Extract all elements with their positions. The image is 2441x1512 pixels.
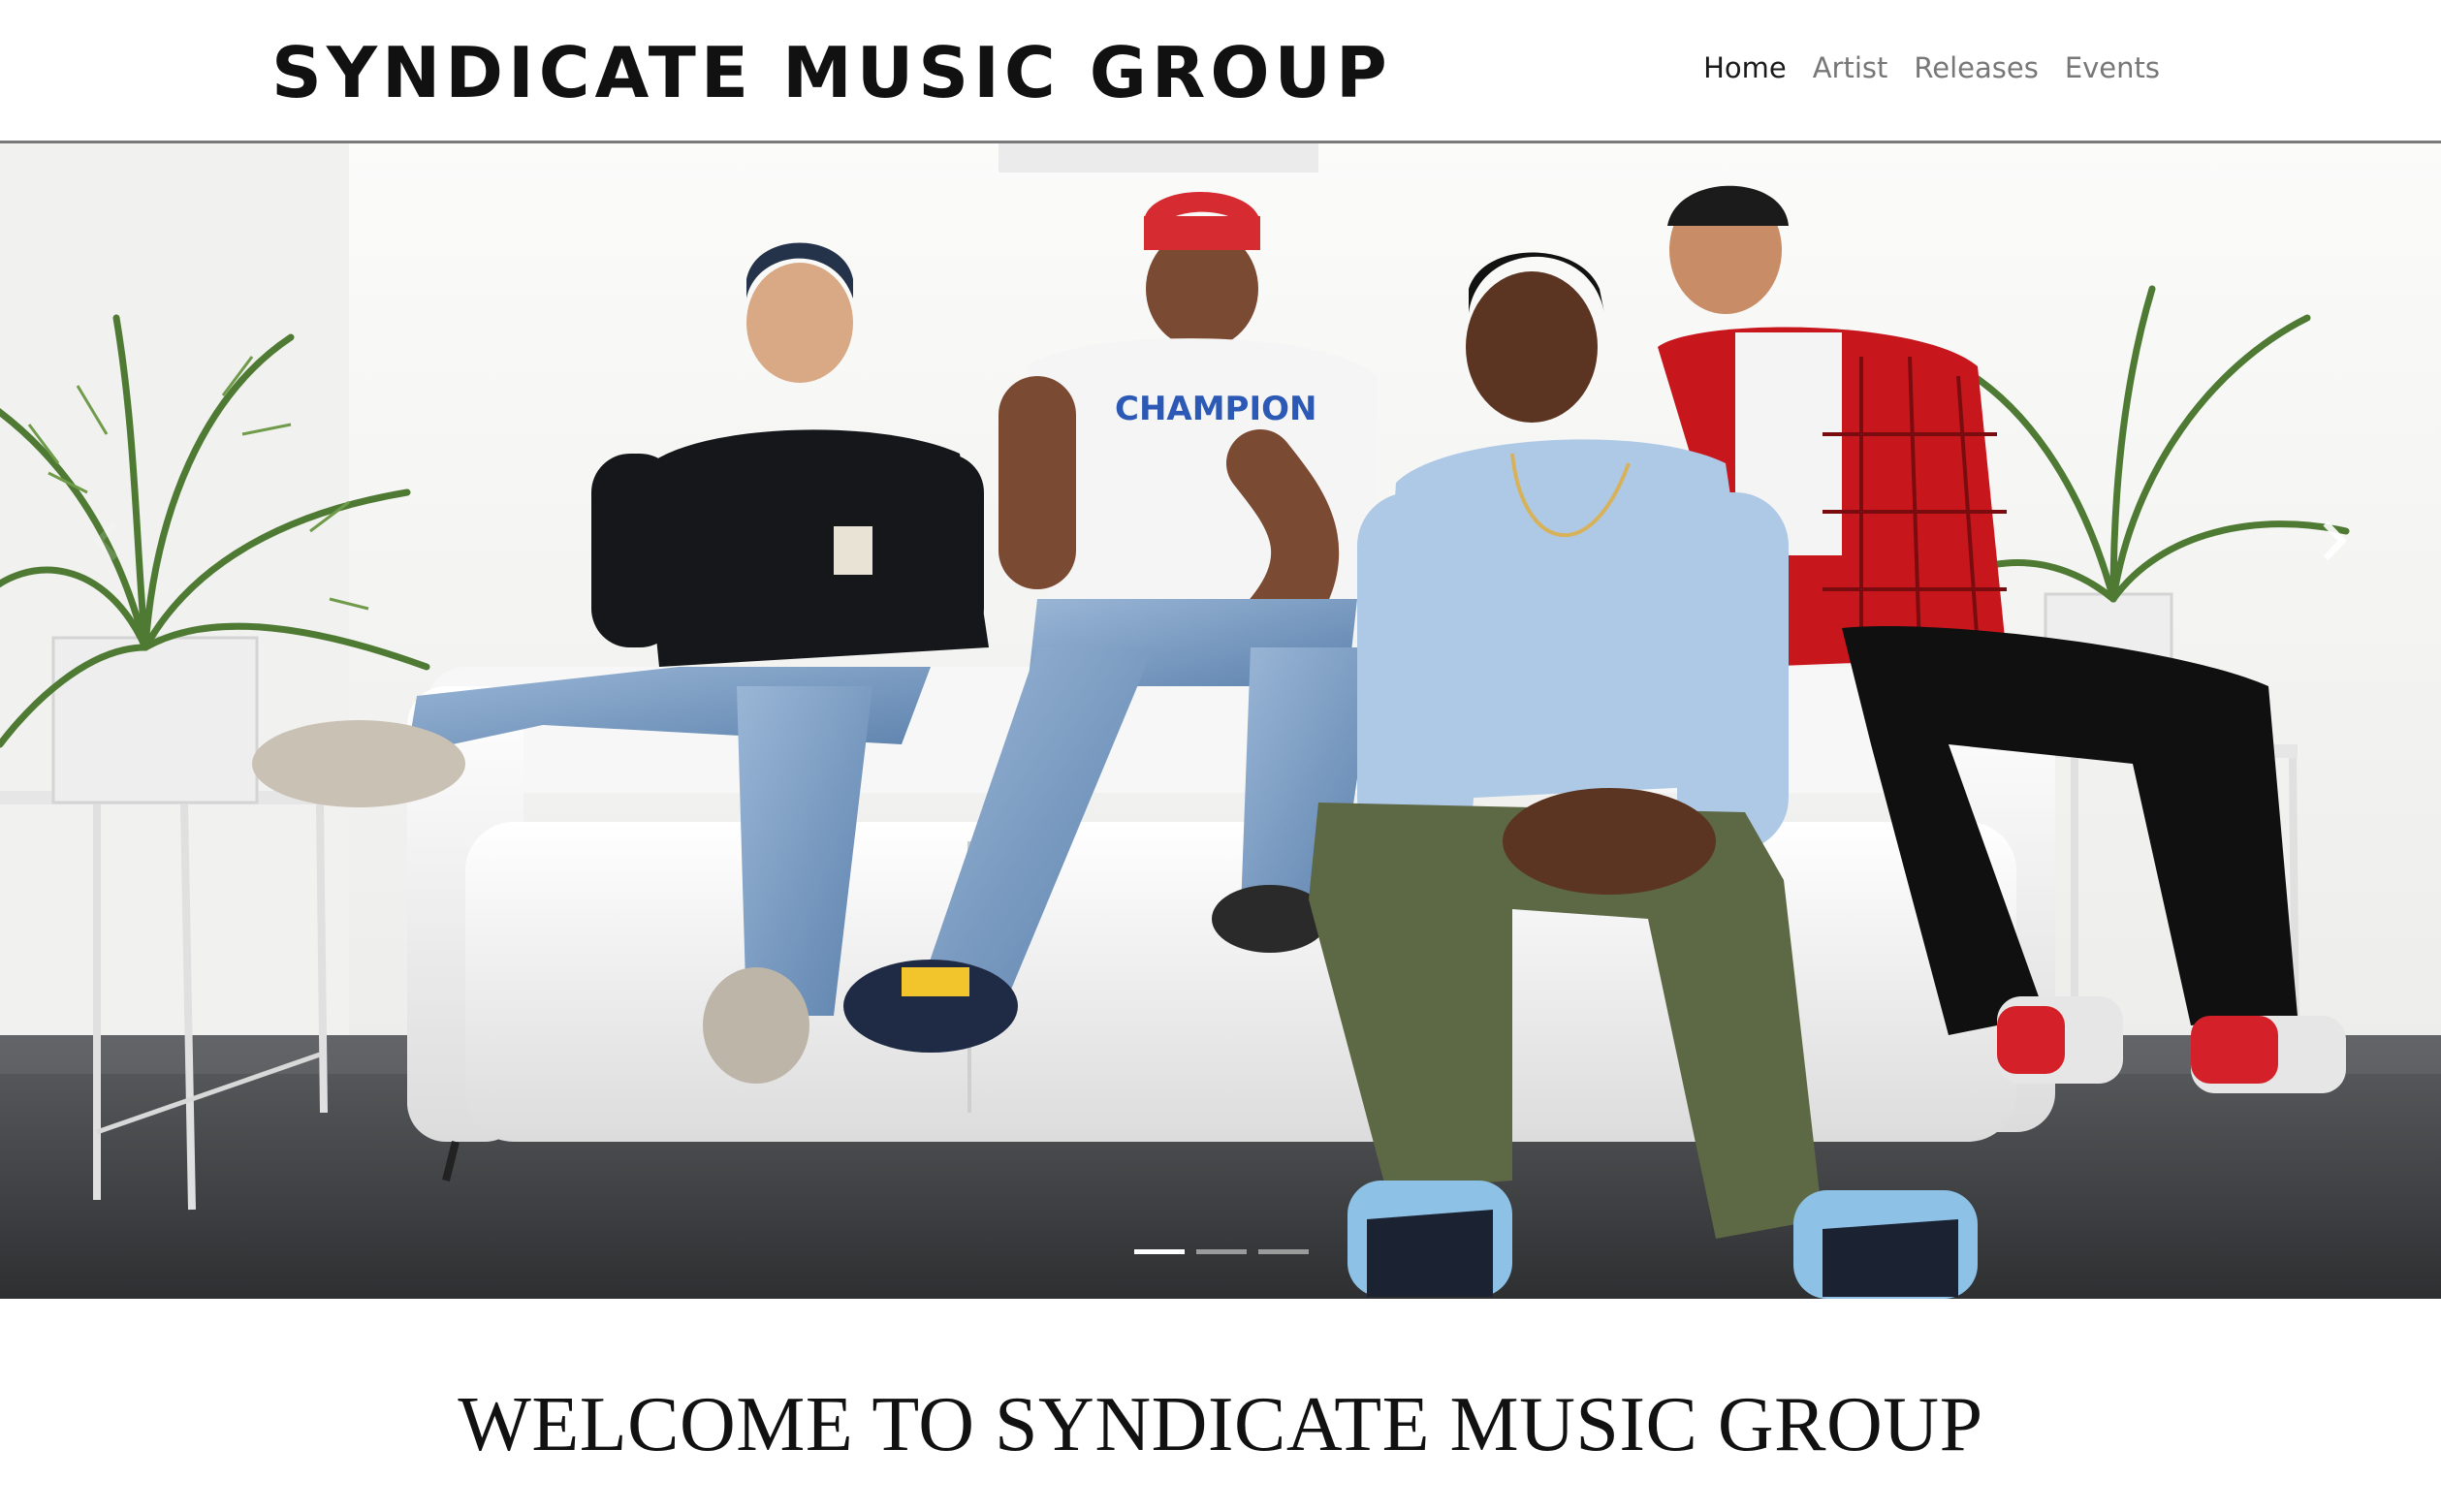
nav-home-link[interactable]: Home bbox=[1703, 47, 1787, 89]
carousel-indicator-1[interactable] bbox=[1134, 1249, 1185, 1254]
main-nav: Home Artist Releases Events bbox=[1703, 47, 2160, 89]
carousel-prev-button[interactable] bbox=[78, 502, 136, 580]
site-header: SYNDICATE MUSIC GROUP Home Artist Releas… bbox=[0, 0, 2441, 143]
hero-photo: CHAMPION bbox=[0, 143, 2441, 1299]
nav-releases-link[interactable]: Releases bbox=[1914, 47, 2038, 89]
chevron-right-icon bbox=[2323, 520, 2347, 561]
welcome-section: WELCOME TO SYNDICATE MUSIC GROUP bbox=[0, 1299, 2441, 1512]
hero-carousel: CHAMPION bbox=[0, 143, 2441, 1299]
welcome-heading: WELCOME TO SYNDICATE MUSIC GROUP bbox=[458, 1382, 1983, 1467]
site-title[interactable]: SYNDICATE MUSIC GROUP bbox=[271, 29, 1392, 116]
carousel-indicator-3[interactable] bbox=[1258, 1249, 1309, 1254]
carousel-indicators bbox=[1134, 1249, 1309, 1254]
chevron-left-icon bbox=[94, 520, 118, 561]
carousel-indicator-2[interactable] bbox=[1196, 1249, 1247, 1254]
svg-text:CHAMPION: CHAMPION bbox=[1115, 390, 1316, 428]
nav-events-link[interactable]: Events bbox=[2065, 47, 2160, 89]
carousel-next-button[interactable] bbox=[2305, 502, 2363, 580]
nav-artist-link[interactable]: Artist bbox=[1813, 47, 1888, 89]
